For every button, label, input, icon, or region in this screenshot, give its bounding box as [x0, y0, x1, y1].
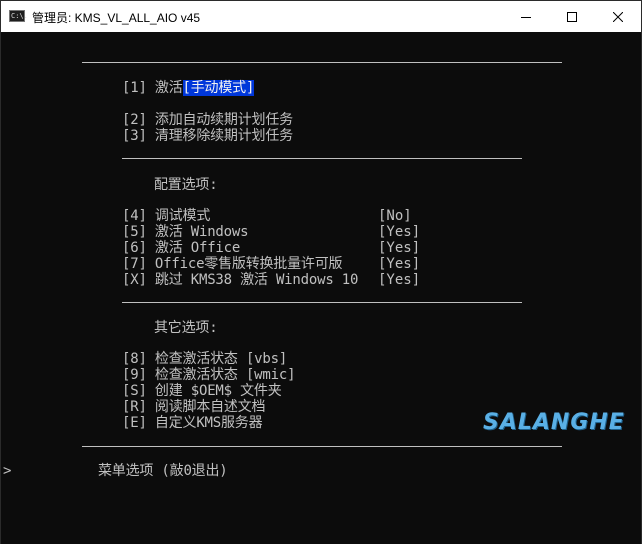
window-title: 管理员: KMS_VL_ALL_AIO v45 [32, 11, 201, 25]
other-item-kms-server: [E] 自定义KMS服务器 [122, 415, 263, 431]
config-item-windows: [5] 激活 Windows [122, 224, 249, 240]
menu-key: [5] [122, 224, 147, 240]
top-divider [82, 62, 562, 63]
close-button[interactable] [595, 1, 641, 32]
watermark-logo: SALANGHE [483, 410, 625, 435]
menu-label: 激活 Windows [154, 224, 249, 240]
console-window: C:\. 管理员: KMS_VL_ALL_AIO v45 [1] 激活[手动模式… [0, 0, 642, 544]
menu-key: [E] [122, 415, 147, 431]
maximize-icon [567, 11, 577, 22]
selected-mode: [手动模式] [182, 80, 255, 96]
other-header: 其它选项: [154, 320, 218, 336]
menu-label: 激活 [154, 80, 183, 96]
other-item-oem: [S] 创建 $OEM$ 文件夹 [122, 383, 282, 399]
config-item-convert: [7] Office零售版转换批量许可版 [122, 256, 342, 272]
config-value-kms38: [Yes] [378, 272, 421, 288]
menu-label: 激活 Office [154, 240, 241, 256]
config-value-convert: [Yes] [378, 256, 421, 272]
minimize-button[interactable] [503, 1, 549, 32]
menu-label: 自定义KMS服务器 [154, 415, 263, 431]
menu-label: 调试模式 [154, 208, 211, 224]
menu-key: [8] [122, 351, 147, 367]
prompt-chevron: > [3, 463, 12, 479]
config-value-windows: [Yes] [378, 224, 421, 240]
maximize-button[interactable] [549, 1, 595, 32]
menu-item-clear-task: [3] 清理移除续期计划任务 [122, 128, 293, 144]
menu-label: 跳过 KMS38 激活 Windows 10 [154, 272, 359, 288]
menu-label: 添加自动续期计划任务 [154, 112, 293, 128]
menu-key: [S] [122, 383, 147, 399]
other-item-vbs: [8] 检查激活状态 [vbs] [122, 351, 287, 367]
menu-label: 检查激活状态 [vbs] [154, 351, 288, 367]
minimize-icon [521, 16, 531, 18]
title-bar[interactable]: C:\. 管理员: KMS_VL_ALL_AIO v45 [1, 1, 641, 32]
menu-label: 清理移除续期计划任务 [154, 128, 293, 144]
menu-item-add-task: [2] 添加自动续期计划任务 [122, 112, 293, 128]
menu-key: [9] [122, 367, 147, 383]
config-header: 配置选项: [154, 177, 218, 193]
menu-label: 阅读脚本自述文档 [154, 399, 266, 415]
menu-key: [3] [122, 128, 147, 144]
console-icon: C:\. [9, 10, 28, 22]
config-item-debug: [4] 调试模式 [122, 208, 210, 224]
menu-key: [4] [122, 208, 147, 224]
menu-prompt[interactable]: 菜单选项 (敲0退出) [98, 463, 228, 479]
divider [122, 158, 522, 159]
menu-key: [X] [122, 272, 147, 288]
other-item-wmic: [9] 检查激活状态 [wmic] [122, 367, 296, 383]
config-item-kms38: [X] 跳过 KMS38 激活 Windows 10 [122, 272, 358, 288]
menu-key: [1] [122, 80, 147, 96]
menu-item-activate: [1] 激活[手动模式] [122, 80, 254, 96]
menu-key: [7] [122, 256, 147, 272]
config-item-office: [6] 激活 Office [122, 240, 240, 256]
menu-label: 检查激活状态 [wmic] [154, 367, 296, 383]
divider [122, 302, 522, 303]
menu-key: [R] [122, 399, 147, 415]
menu-label: Office零售版转换批量许可版 [154, 256, 343, 272]
menu-label: 创建 $OEM$ 文件夹 [154, 383, 282, 399]
close-icon [613, 11, 623, 22]
config-value-debug: [No] [378, 208, 412, 224]
menu-key: [6] [122, 240, 147, 256]
bottom-divider [82, 446, 562, 447]
config-value-office: [Yes] [378, 240, 421, 256]
other-item-readme: [R] 阅读脚本自述文档 [122, 399, 266, 415]
console-output[interactable]: [1] 激活[手动模式] [2] 添加自动续期计划任务 [3] 清理移除续期计划… [1, 32, 641, 544]
menu-key: [2] [122, 112, 147, 128]
